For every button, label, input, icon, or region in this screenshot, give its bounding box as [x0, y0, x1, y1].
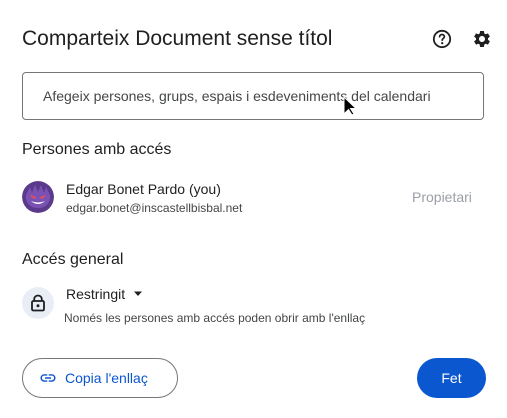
person-email: edgar.bonet@inscastellbisbal.net — [66, 201, 243, 215]
general-access-description: Només les persones amb accés poden obrir… — [64, 311, 366, 325]
add-people-input[interactable] — [43, 73, 473, 119]
general-access-value: Restringit — [66, 285, 126, 302]
link-icon — [40, 374, 56, 382]
gengar-avatar-icon — [22, 181, 54, 213]
help-circle-icon — [432, 29, 452, 49]
copy-link-button[interactable]: Copia l'enllaç — [22, 358, 178, 398]
lock-icon — [31, 294, 45, 312]
dropdown-arrow-icon — [134, 291, 143, 296]
owner-role-label: Propietari — [412, 189, 472, 205]
avatar — [22, 181, 54, 213]
done-button[interactable]: Fet — [417, 358, 486, 398]
lock-badge — [22, 287, 54, 319]
copy-link-label: Copia l'enllaç — [65, 370, 148, 386]
share-dialog: Comparteix Document sense títol Persones… — [0, 0, 507, 418]
person-name: Edgar Bonet Pardo (you) — [66, 181, 221, 197]
gear-icon — [474, 30, 490, 47]
people-with-access-heading: Persones amb accés — [22, 141, 172, 158]
add-people-field[interactable] — [22, 72, 484, 120]
general-access-dropdown[interactable]: Restringit — [60, 283, 149, 305]
help-button[interactable] — [430, 27, 454, 51]
settings-button[interactable] — [470, 27, 494, 51]
general-access-heading: Accés general — [22, 251, 124, 268]
dialog-title: Comparteix Document sense títol — [22, 27, 333, 50]
